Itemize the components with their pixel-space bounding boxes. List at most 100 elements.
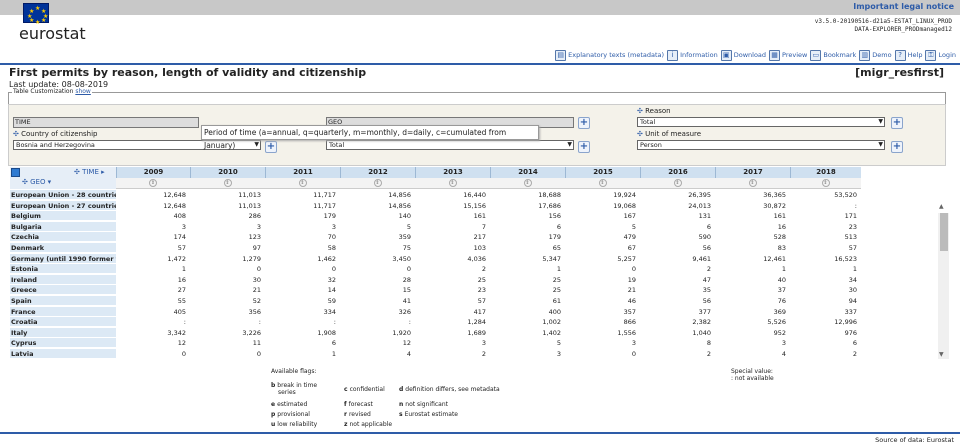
table-cell: 6 [852, 339, 857, 348]
table-cell: 11,717 [313, 201, 336, 210]
year-header-2017[interactable]: 2017 [715, 167, 790, 178]
table-cell: 1,462 [317, 254, 336, 263]
sort-icon[interactable]: ⇕ [448, 179, 457, 187]
sort-icon[interactable]: ⇕ [223, 179, 232, 187]
table-cell: 30 [848, 286, 857, 295]
customization-show-link[interactable]: show [75, 88, 91, 95]
table-cell: 12 [402, 339, 411, 348]
row-label[interactable]: Spain [10, 296, 116, 306]
year-header-2010[interactable]: 2010 [190, 167, 265, 178]
table-cell: 1 [781, 265, 786, 274]
table-cell: 179 [323, 212, 336, 221]
table-cell: 0 [181, 350, 186, 358]
sort-icon[interactable]: ⇕ [821, 179, 830, 187]
row-label[interactable]: Estonia [10, 264, 116, 275]
table-cell: 1 [556, 265, 561, 274]
table-cell: 16 [777, 222, 786, 231]
table-cell: 25 [477, 275, 486, 284]
scrollbar-thumb[interactable] [940, 213, 948, 251]
year-header-2014[interactable]: 2014 [490, 167, 565, 178]
unit-plus-icon[interactable]: ✣ [637, 130, 643, 138]
table-cell: 5 [406, 222, 411, 231]
scroll-down-icon[interactable]: ▼ [939, 351, 944, 358]
toolbar-help-button[interactable]: ? Help [894, 49, 922, 61]
row-label[interactable]: Latvia [10, 349, 116, 359]
year-header-2015[interactable]: 2015 [565, 167, 640, 178]
row-label[interactable]: Croatia [10, 317, 116, 328]
toolbar-preview-button[interactable]: ▦ Preview [769, 49, 807, 61]
table-cell: 83 [777, 244, 786, 252]
row-label[interactable]: Belgium [10, 211, 116, 222]
row-label[interactable]: Germany (until 1990 former t [10, 253, 116, 264]
table-cell: 11,717 [313, 191, 336, 199]
year-header-2018[interactable]: 2018 [790, 167, 861, 178]
citizenship-add-button[interactable]: + [265, 141, 277, 153]
reason-add-button[interactable]: + [891, 117, 903, 129]
table-cell: 30,872 [763, 201, 786, 210]
sort-icon[interactable]: ⇕ [748, 179, 757, 187]
table-cell: 12,461 [763, 254, 786, 263]
year-header-2016[interactable]: 2016 [640, 167, 715, 178]
sort-icon[interactable]: ⇕ [523, 179, 532, 187]
row-label[interactable]: Czechia [10, 232, 116, 243]
sort-icon[interactable]: ⇕ [373, 179, 382, 187]
table-row: Germany (until 1990 former t 1,472 1,279 1,… [10, 253, 861, 264]
table-cell: 19,068 [613, 201, 636, 210]
year-header-2013[interactable]: 2013 [415, 167, 490, 178]
year-header-2009[interactable]: 2009 [116, 167, 190, 178]
help-icon: ? [894, 49, 906, 61]
table-cell: 1,040 [692, 328, 711, 337]
geo-add-button[interactable]: + [578, 117, 590, 129]
table-cell: 356 [248, 307, 261, 316]
sort-icon[interactable]: ⇕ [598, 179, 607, 187]
time-axis-label[interactable]: ✣ TIME ▸ [74, 168, 105, 176]
unit-add-button[interactable]: + [891, 141, 903, 153]
reason-plus-icon[interactable]: ✣ [637, 107, 643, 115]
eurostat-logo[interactable]: eurostat [19, 24, 86, 43]
sort-icon[interactable]: ⇕ [298, 179, 307, 187]
table-cell: 6 [706, 222, 711, 231]
time-dimension-box[interactable]: TIME [13, 117, 199, 128]
legal-notice-link[interactable]: Important legal notice [853, 2, 954, 11]
toolbar-bookmark-button[interactable]: ▭ Bookmark [810, 49, 856, 61]
row-label[interactable]: Ireland [10, 274, 116, 285]
geo-select[interactable]: Total ▼ [326, 140, 574, 150]
vertical-scrollbar[interactable]: ▲ ▼ [938, 203, 949, 359]
sort-icon[interactable]: ⇕ [149, 179, 157, 187]
table-cell: 1 [331, 350, 336, 358]
row-label[interactable]: Bulgaria [10, 221, 116, 232]
table-row: Ireland 16 30 32 28 25 25 19 47 40 34 [10, 274, 861, 285]
toolbar-demo-button[interactable]: ▥ Demo [859, 49, 892, 61]
row-label[interactable]: European Union - 27 countrie [10, 200, 116, 211]
toolbar-download-button[interactable]: ▣ Download [720, 49, 766, 61]
citizenship-plus-icon[interactable]: ✣ [13, 130, 19, 138]
table-cell: 67 [627, 244, 636, 252]
table-cell: 174 [173, 233, 186, 242]
table-cell: 15 [402, 286, 411, 295]
row-label[interactable]: France [10, 306, 116, 317]
row-label[interactable]: Cyprus [10, 338, 116, 349]
grid-settings-icon[interactable] [11, 168, 20, 177]
row-label[interactable]: Greece [10, 285, 116, 296]
table-cell: 400 [548, 307, 561, 316]
table-cell: 357 [623, 307, 636, 316]
geo-axis-label[interactable]: ✣ GEO ▾ [22, 178, 51, 186]
year-header-2011[interactable]: 2011 [265, 167, 340, 178]
table-cell: 21 [627, 286, 636, 295]
toolbar-login-button[interactable]: ⚿ Login [925, 49, 956, 61]
year-header-2012[interactable]: 2012 [340, 167, 415, 178]
toolbar-information-button[interactable]: i Information [667, 49, 718, 61]
table-cell: 8 [706, 339, 711, 348]
table-cell: 1,402 [542, 328, 561, 337]
toolbar-explanatory-button[interactable]: ▤ Explanatory texts (metadata) [555, 49, 664, 61]
sort-icon[interactable]: ⇕ [673, 179, 682, 187]
row-label[interactable]: European Union - 28 countrie [10, 190, 116, 200]
row-label[interactable]: Denmark [10, 243, 116, 253]
row-label[interactable]: Italy [10, 327, 116, 338]
table-cell: 3 [781, 339, 786, 348]
scroll-up-icon[interactable]: ▲ [939, 203, 944, 210]
geo-select-add-button[interactable]: + [578, 141, 590, 153]
reason-select[interactable]: Total ▼ [637, 117, 885, 127]
unit-select[interactable]: Person ▼ [637, 140, 885, 150]
table-cell: 3 [331, 222, 336, 231]
